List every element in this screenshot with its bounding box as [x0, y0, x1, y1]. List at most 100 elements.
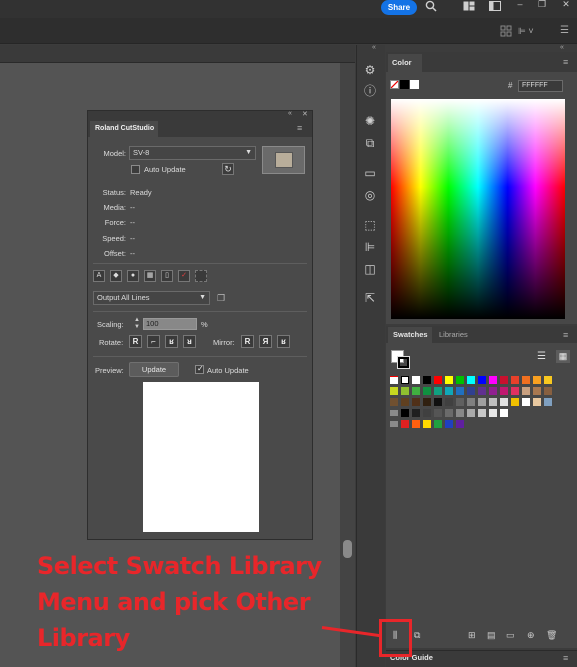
rotate-90-icon[interactable]: ⌐	[147, 335, 160, 348]
selection-tool-icon[interactable]	[195, 270, 207, 282]
white-swatch[interactable]	[410, 80, 419, 89]
swatch-group-folder-icon[interactable]	[390, 421, 398, 427]
panel-menu-icon[interactable]: ≡	[563, 57, 568, 67]
text-tool-icon[interactable]: A	[93, 270, 105, 282]
swatch[interactable]	[412, 376, 420, 384]
share-button[interactable]: Share	[381, 0, 417, 15]
new-swatch-icon[interactable]: ⊕	[527, 630, 535, 641]
workspace-icon[interactable]	[488, 1, 502, 15]
refresh-icon[interactable]: ↻	[222, 163, 234, 175]
output-select[interactable]: Output All Lines ▼	[93, 291, 210, 305]
new-group-icon[interactable]: ▭	[506, 630, 515, 641]
eraser-tool-icon[interactable]: ◆	[110, 270, 122, 282]
distribute-icon[interactable]: ⊫ ˅	[518, 25, 540, 37]
swatch[interactable]	[401, 398, 409, 406]
collapse-icon[interactable]: «	[288, 110, 292, 117]
swatch[interactable]	[544, 398, 552, 406]
swatch[interactable]	[423, 398, 431, 406]
hex-input[interactable]: FFFFFF	[518, 80, 563, 92]
auto-update-checkbox[interactable]	[131, 165, 140, 174]
swatch[interactable]	[478, 409, 486, 417]
search-icon[interactable]	[424, 0, 438, 16]
update-button[interactable]: Update	[129, 362, 179, 377]
rotate-0-icon[interactable]: R	[129, 335, 142, 348]
panel-menu-icon[interactable]: ≡	[563, 330, 568, 340]
tab-libraries[interactable]: Libraries	[434, 327, 478, 343]
swatch[interactable]	[511, 387, 519, 395]
registration-swatch[interactable]	[401, 376, 409, 384]
page-tool-icon[interactable]: ▯	[161, 270, 173, 282]
tab-cutstudio[interactable]: Roland CutStudio	[90, 121, 158, 137]
swatch[interactable]	[445, 420, 453, 428]
swatch[interactable]	[456, 409, 464, 417]
swatch[interactable]	[544, 376, 552, 384]
swatch[interactable]	[500, 387, 508, 395]
mirror-horizontal-icon[interactable]: Я	[259, 335, 272, 348]
swatch[interactable]	[434, 387, 442, 395]
swatch[interactable]	[412, 387, 420, 395]
none-swatch-icon[interactable]	[390, 80, 399, 89]
panel-menu-icon[interactable]: ≡	[563, 653, 568, 663]
swatch[interactable]	[423, 409, 431, 417]
add-to-library-icon[interactable]: ⧉	[414, 630, 420, 641]
swatch[interactable]	[500, 409, 508, 417]
none-swatch[interactable]	[390, 376, 398, 384]
swatch[interactable]	[423, 420, 431, 428]
collapse-icon[interactable]: «	[560, 44, 564, 51]
swatch[interactable]	[478, 376, 486, 384]
swatch[interactable]	[434, 398, 442, 406]
swatch[interactable]	[533, 376, 541, 384]
scaling-stepper-icon[interactable]: ▲ ▼	[132, 317, 142, 331]
swatch[interactable]	[445, 387, 453, 395]
swatch[interactable]	[434, 409, 442, 417]
rotate-270-icon[interactable]: ᴚ	[183, 335, 196, 348]
preview-auto-update-checkbox[interactable]: ✓	[195, 364, 204, 374]
close-icon[interactable]: ✕	[560, 0, 572, 11]
swatch[interactable]	[522, 376, 530, 384]
vertical-scrollbar[interactable]	[340, 63, 355, 667]
swatch-group-folder-icon[interactable]	[390, 410, 398, 416]
arrange-documents-icon[interactable]	[462, 1, 476, 15]
shape-tool-icon[interactable]: ●	[127, 270, 139, 282]
swatch[interactable]	[467, 387, 475, 395]
black-swatch[interactable]	[400, 80, 409, 89]
collapse-icon[interactable]: «	[372, 44, 376, 51]
swatch[interactable]	[445, 398, 453, 406]
properties-icon[interactable]: ⚙	[362, 62, 378, 78]
appearance-icon[interactable]: ✺	[362, 113, 378, 129]
rotate-180-icon[interactable]: ʁ	[165, 335, 178, 348]
swatch[interactable]	[478, 387, 486, 395]
model-select[interactable]: SV-8 ▼	[129, 146, 256, 160]
minimize-icon[interactable]: –	[514, 0, 526, 11]
swatch[interactable]	[489, 409, 497, 417]
swatch[interactable]	[511, 398, 519, 406]
swatch[interactable]	[445, 376, 453, 384]
align-grid-icon[interactable]	[500, 25, 512, 37]
swatch[interactable]	[434, 376, 442, 384]
output-settings-icon[interactable]: ❐	[217, 292, 229, 304]
swatch[interactable]	[434, 420, 442, 428]
swatch[interactable]	[390, 387, 398, 395]
swatch[interactable]	[401, 409, 409, 417]
delete-swatch-icon[interactable]: 🗑	[546, 630, 557, 641]
scrollbar-thumb[interactable]	[343, 540, 352, 558]
align-icon[interactable]: ⊫	[362, 239, 378, 255]
swatch[interactable]	[489, 398, 497, 406]
check-tool-icon[interactable]: ✓	[178, 270, 190, 282]
swatch[interactable]	[456, 376, 464, 384]
pathfinder-icon[interactable]: ◫	[362, 261, 378, 277]
swatch[interactable]	[456, 387, 464, 395]
swatch-grid[interactable]	[390, 376, 565, 432]
weed-tool-icon[interactable]: ▦	[144, 270, 156, 282]
tab-swatches[interactable]: Swatches	[388, 327, 432, 343]
stroke-swatch[interactable]	[397, 356, 410, 369]
restore-icon[interactable]: ❐	[536, 0, 548, 11]
show-kinds-icon[interactable]: ⊞	[468, 630, 476, 641]
swatch[interactable]	[390, 398, 398, 406]
export-icon[interactable]: ⇱	[362, 290, 378, 306]
swatch[interactable]	[412, 398, 420, 406]
swatch[interactable]	[533, 398, 541, 406]
swatch[interactable]	[500, 376, 508, 384]
swatch[interactable]	[412, 420, 420, 428]
swatch[interactable]	[401, 420, 409, 428]
